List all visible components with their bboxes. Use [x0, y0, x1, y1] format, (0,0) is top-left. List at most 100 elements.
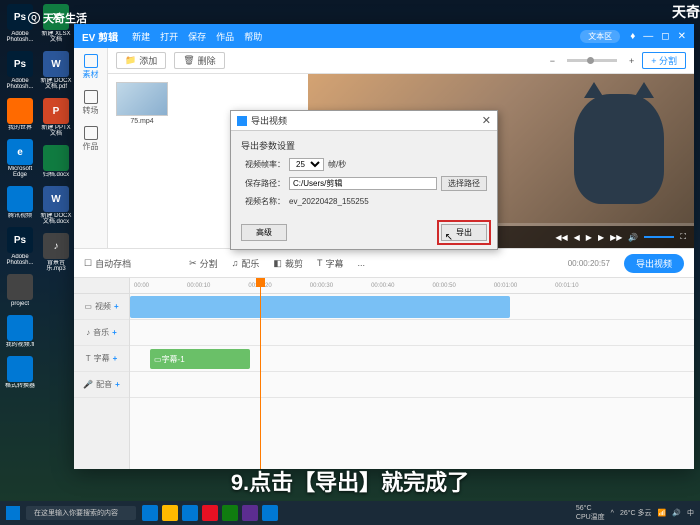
tray-up-icon[interactable]: ^ — [611, 510, 614, 517]
track-label-subtitle[interactable]: T 字幕 + — [74, 346, 129, 372]
name-label: 视频名称： — [241, 196, 285, 207]
advanced-button[interactable]: 高级 — [241, 224, 287, 241]
track-label-audio[interactable]: ♪ 音乐 + — [74, 320, 129, 346]
cursor-icon: ↖ — [445, 232, 453, 243]
desktop: Q 天奇生活 天奇 PsAdobe Photosh...PsAdobe Phot… — [0, 0, 700, 525]
next-frame-icon[interactable]: ▶▶ — [610, 233, 622, 242]
menu-item[interactable]: 帮助 — [244, 30, 262, 43]
track-label-video[interactable]: ▭ 视频 + — [74, 294, 129, 320]
desktop-icon[interactable]: 格式转换器 — [4, 356, 36, 389]
fps-label: 视频帧率： — [241, 159, 285, 170]
subtitle-track[interactable]: ▭ 字幕-1 — [130, 346, 694, 372]
split-button[interactable]: + 分割 — [642, 52, 686, 69]
zoom-out-icon[interactable]: − — [550, 56, 555, 66]
window-buttons: ♦ — ◻ ✕ — [630, 31, 686, 42]
desktop-icon[interactable]: 归档.docx — [40, 145, 72, 178]
start-button[interactable] — [6, 506, 20, 520]
dialog-title: 导出视频 — [251, 114, 287, 127]
sound-icon[interactable]: 🔊 — [672, 509, 681, 517]
desktop-icons: PsAdobe Photosh... PsAdobe Photosh... 我的世界… — [4, 4, 36, 389]
desktop-icon[interactable]: ♪背景音乐.mp3 — [40, 233, 72, 272]
fullscreen-icon[interactable]: ⛶ — [680, 232, 686, 242]
menu-item[interactable]: 作品 — [216, 30, 234, 43]
titlebar[interactable]: EV 剪辑 新建打开保存作品帮助 文本区 ♦ — ◻ ✕ — [74, 24, 694, 48]
taskbar-icon[interactable] — [262, 505, 278, 521]
fps-select[interactable]: 25 — [289, 158, 324, 171]
tool-more[interactable]: ... — [357, 258, 365, 268]
timeline: ▭ 视频 + ♪ 音乐 + T 字幕 + 🎤 配音 + 00:0000:00:1… — [74, 278, 694, 469]
watermark-icon: Q — [28, 12, 40, 24]
system-tray[interactable]: 56°CCPU温度 ^ 26°C 多云 📶 🔊 中 — [576, 505, 694, 522]
overlay-track[interactable] — [130, 372, 694, 398]
tools-row: ☐ 自动存档 ✂ 分割 ♫ 配乐 ◧ 裁剪 T 字幕 ... 00:00:20:… — [74, 248, 694, 278]
wifi-icon[interactable]: 📶 — [658, 509, 667, 517]
name-value: ev_20220428_155255 — [289, 197, 487, 206]
maximize-icon[interactable]: ◻ — [661, 31, 669, 42]
desktop-icon[interactable]: W新建 DOCX 文档.pdf — [40, 51, 72, 90]
taskbar-icon[interactable] — [222, 505, 238, 521]
time-ruler: 00:0000:00:1000:00:2000:00:3000:00:4000:… — [130, 278, 694, 294]
media-clip[interactable]: 75.mp4 — [116, 82, 168, 125]
vip-icon[interactable]: ♦ — [630, 31, 635, 42]
tool-crop[interactable]: ◧ 裁剪 — [273, 257, 303, 270]
tool-split[interactable]: ✂ 分割 — [189, 257, 218, 270]
taskbar-icon[interactable] — [182, 505, 198, 521]
zoom-in-icon[interactable]: + — [629, 56, 634, 66]
desktop-icon[interactable]: 我的视频.fl — [4, 315, 36, 348]
minimize-icon[interactable]: — — [643, 31, 653, 42]
delete-button[interactable]: 🗑 删除 — [174, 52, 224, 69]
zoom-slider[interactable] — [567, 59, 617, 62]
menu-item[interactable]: 打开 — [160, 30, 178, 43]
desktop-icon[interactable]: W新建 DOCX 文档.docx — [40, 186, 72, 225]
weather[interactable]: 26°C 多云 — [620, 508, 652, 518]
play-icon[interactable]: ▶ — [586, 233, 592, 242]
browse-button[interactable]: 选择路径 — [441, 176, 487, 191]
desktop-icon[interactable]: P新建 PPTX 文档 — [40, 98, 72, 137]
taskbar-search[interactable]: 在这里输入你要搜索的内容 — [26, 506, 136, 520]
video-clip[interactable] — [130, 296, 510, 318]
video-track[interactable] — [130, 294, 694, 320]
sidebar-item[interactable]: 转场 — [83, 90, 99, 116]
sidebar-item[interactable]: 素材 — [83, 54, 99, 80]
export-button[interactable]: 导出视频 — [624, 254, 684, 273]
taskbar-icon[interactable] — [202, 505, 218, 521]
audio-track[interactable] — [130, 320, 694, 346]
tracks-area[interactable]: 00:0000:00:1000:00:2000:00:3000:00:4000:… — [130, 278, 694, 469]
desktop-icon[interactable]: PsAdobe Photosh... — [4, 51, 36, 90]
next-icon[interactable]: ▶ — [598, 233, 604, 242]
desktop-icon[interactable]: project — [4, 274, 36, 307]
export-dialog: 导出视频 ✕ 导出参数设置 视频帧率： 25 帧/秒 保存路径： 选择路径 视频… — [230, 110, 498, 250]
taskbar-icon[interactable] — [242, 505, 258, 521]
desktop-icon[interactable]: eMicrosoft Edge — [4, 139, 36, 178]
desktop-icon[interactable]: PsAdobe Photosh... — [4, 227, 36, 266]
taskbar-icon[interactable] — [142, 505, 158, 521]
prev-frame-icon[interactable]: ◀◀ — [555, 233, 567, 242]
watermark-left: Q 天奇生活 — [28, 10, 87, 26]
ime-icon[interactable]: 中 — [687, 508, 694, 518]
volume-slider[interactable] — [644, 236, 674, 238]
close-icon[interactable]: ✕ — [678, 31, 686, 42]
dialog-close-icon[interactable]: ✕ — [482, 114, 491, 127]
autosave-checkbox[interactable]: ☐ 自动存档 — [84, 257, 131, 270]
subtitle-clip[interactable]: ▭ 字幕-1 — [150, 349, 250, 369]
tool-music[interactable]: ♫ 配乐 — [232, 257, 260, 270]
taskbar-icon[interactable] — [162, 505, 178, 521]
sidebar-item[interactable]: 作品 — [83, 126, 99, 152]
playhead[interactable] — [260, 278, 261, 469]
prev-icon[interactable]: ◀ — [574, 233, 580, 242]
add-button[interactable]: 📁 添加 — [116, 52, 166, 69]
sidebar: 素材转场作品 — [74, 48, 108, 248]
volume-icon[interactable]: 🔊 — [628, 233, 638, 242]
desktop-icon[interactable]: 我的世界 — [4, 98, 36, 131]
menu-item[interactable]: 保存 — [188, 30, 206, 43]
path-input[interactable] — [289, 177, 437, 190]
taskbar[interactable]: 在这里输入你要搜索的内容 56°CCPU温度 ^ 26°C 多云 📶 🔊 中 — [0, 501, 700, 525]
media-toolbar: 📁 添加 🗑 删除 − + + 分割 — [108, 48, 694, 74]
menu-item[interactable]: 新建 — [132, 30, 150, 43]
tool-subtitle[interactable]: T 字幕 — [317, 257, 344, 270]
dialog-titlebar[interactable]: 导出视频 ✕ — [231, 111, 497, 131]
titlebar-pill[interactable]: 文本区 — [580, 30, 620, 43]
track-label-overlay[interactable]: 🎤 配音 + — [74, 372, 129, 398]
desktop-icon[interactable]: 腾讯视频 — [4, 186, 36, 219]
dialog-icon — [237, 116, 247, 126]
